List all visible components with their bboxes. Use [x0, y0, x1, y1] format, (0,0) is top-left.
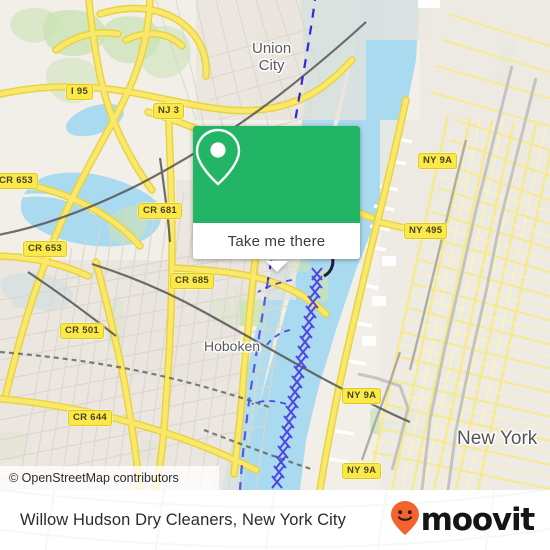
place-label-new-york: New York — [457, 428, 538, 449]
road-shield: CR 653 — [0, 173, 39, 189]
road-shield: CR 681 — [138, 203, 183, 219]
road-shield: I 95 — [66, 84, 94, 100]
road-shield: NJ 3 — [153, 103, 185, 119]
road-shield: NY 9A — [418, 153, 458, 169]
popup-footer[interactable]: Take me there — [193, 223, 360, 259]
place-label-line2: City — [258, 57, 285, 74]
road-shield: NY 495 — [404, 223, 448, 239]
take-me-there-label: Take me there — [227, 232, 326, 250]
place-label-hoboken: Hoboken — [204, 338, 261, 354]
road-shield: CR 501 — [60, 323, 105, 339]
moovit-wordmark: moovit — [420, 501, 536, 538]
road-shield: CR 653 — [23, 241, 68, 257]
take-me-there-popup[interactable]: Take me there — [193, 126, 360, 259]
footer-bar: Willow Hudson Dry Cleaners, New York Cit… — [0, 490, 550, 550]
moovit-logo[interactable]: moovit — [390, 500, 536, 541]
road-shield: CR 644 — [68, 410, 113, 426]
map-screenshot: I 95 NJ 3 CR 653 CR 681 NY 9A NY 495 CR … — [0, 0, 550, 550]
place-label-union-city: Union City — [252, 40, 291, 74]
map-canvas[interactable]: I 95 NJ 3 CR 653 CR 681 NY 9A NY 495 CR … — [0, 0, 550, 490]
popup-pointer-tail — [266, 261, 288, 272]
road-shield: NY 9A — [342, 463, 382, 479]
moovit-smiley-pin-icon — [390, 500, 420, 541]
road-shield: NY 9A — [342, 388, 382, 404]
road-shield: CR 685 — [170, 273, 215, 289]
map-attribution[interactable]: © OpenStreetMap contributors — [0, 466, 219, 490]
popup-header — [193, 126, 360, 223]
place-title: Willow Hudson Dry Cleaners, New York Cit… — [20, 510, 346, 529]
attribution-text: © OpenStreetMap contributors — [9, 471, 179, 485]
place-label-line1: Union — [252, 40, 292, 57]
